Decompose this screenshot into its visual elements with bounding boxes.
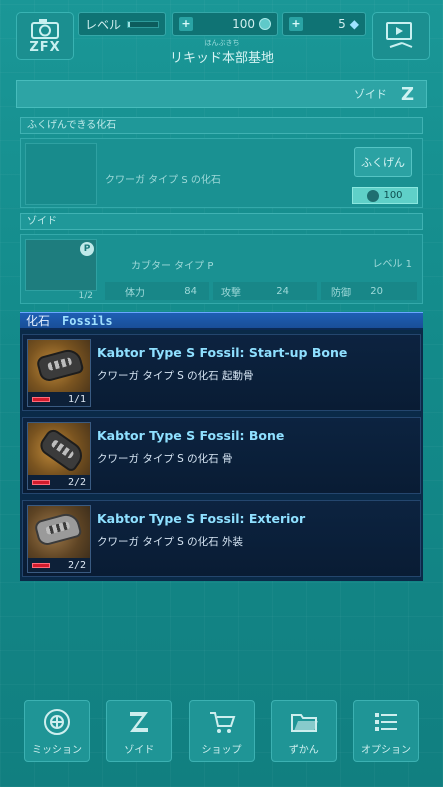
fossil-item-exterior[interactable]: 2/2 Kabtor Type S Fossil: Exterior クワーガ … bbox=[22, 500, 421, 577]
stat-attack: 攻撃 24 bbox=[213, 282, 317, 300]
type-p-badge-icon: P bbox=[80, 242, 94, 256]
fossil-silhouette-icon bbox=[25, 143, 97, 205]
nav-mission-button[interactable]: ミッション bbox=[24, 700, 90, 762]
fossil-thumbnail: 2/2 bbox=[27, 422, 91, 490]
revive-cost-value: 100 bbox=[383, 190, 403, 201]
fossil-bone-icon bbox=[36, 426, 88, 474]
coin-icon bbox=[259, 18, 271, 30]
fossil-item-start-up-bone[interactable]: 1/1 Kabtor Type S Fossil: Start-up Bone … bbox=[22, 334, 421, 411]
video-settings-button[interactable] bbox=[372, 12, 430, 60]
location-ruby: ほんぶきち bbox=[204, 39, 240, 47]
zfx-menu-button[interactable]: ZFX bbox=[16, 12, 74, 60]
mission-icon bbox=[44, 708, 70, 735]
fossils-title-jp: 化石 bbox=[26, 314, 51, 328]
zfx-logo-text: ZFX bbox=[29, 39, 61, 55]
revive-fossil-name: クワーガ タイプ S の化石 bbox=[105, 175, 221, 186]
cart-icon bbox=[209, 711, 235, 733]
fossil-subtitle: クワーガ タイプ S の化石 外装 bbox=[97, 536, 244, 548]
gem-count: 5 bbox=[338, 17, 346, 31]
stat-label: 攻撃 bbox=[221, 287, 241, 299]
stat-value: 24 bbox=[276, 285, 289, 297]
stat-value: 84 bbox=[184, 285, 197, 297]
red-indicator-icon bbox=[32, 562, 50, 568]
zoid-section-bar[interactable]: ゾイド Z bbox=[16, 80, 427, 108]
nav-zukan-button[interactable]: ずかん bbox=[270, 700, 337, 762]
fossils-popup: 化石 Fossils 1/1 Kabtor Type S Fossil: Sta… bbox=[20, 312, 423, 581]
fossil-subtitle: クワーガ タイプ S の化石 起動骨 bbox=[97, 370, 254, 382]
coin-icon bbox=[367, 189, 380, 202]
camera-icon bbox=[31, 18, 59, 39]
red-indicator-icon bbox=[32, 479, 50, 485]
zoid-section-header: ゾイド bbox=[20, 213, 423, 230]
nav-zoid-button[interactable]: ゾイド bbox=[106, 700, 173, 762]
level-progress-bar bbox=[127, 20, 159, 28]
zoid-count: 1/2 bbox=[78, 291, 93, 301]
nav-shop-button[interactable]: ショップ bbox=[188, 700, 255, 762]
stat-hp: 体力 84 bbox=[105, 282, 209, 300]
revive-cost: 100 bbox=[352, 187, 418, 204]
fossil-exterior-icon bbox=[33, 510, 83, 548]
fossils-title-en: Fossils bbox=[62, 313, 113, 328]
zoid-name: カブター タイプ P bbox=[131, 261, 214, 272]
nav-label: ずかん bbox=[288, 744, 319, 756]
nav-label: ショップ bbox=[201, 744, 242, 756]
fossil-count-strip: 2/2 bbox=[28, 475, 90, 489]
fossil-count-strip: 2/2 bbox=[28, 558, 90, 572]
fossil-name: Kabtor Type S Fossil: Exterior bbox=[97, 511, 306, 526]
fossil-thumbnail: 1/1 bbox=[27, 339, 91, 407]
nav-options-button[interactable]: オプション bbox=[353, 700, 419, 762]
fossil-list: 1/1 Kabtor Type S Fossil: Start-up Bone … bbox=[20, 330, 423, 581]
section-label: ゾイド bbox=[353, 88, 387, 101]
fossil-item-bone[interactable]: 2/2 Kabtor Type S Fossil: Bone クワーガ タイプ … bbox=[22, 417, 421, 494]
bottom-nav: ミッション ゾイド ショップ ずかん オプション bbox=[14, 700, 429, 774]
fossil-bone-icon bbox=[35, 346, 85, 384]
location-name: リキッド本部基地 bbox=[169, 51, 274, 66]
location-area: ほんぶきち リキッド本部基地 bbox=[78, 38, 366, 66]
coin-box: + 100 bbox=[172, 12, 278, 36]
gem-icon: ◆ bbox=[349, 17, 359, 31]
nav-label: オプション bbox=[361, 744, 411, 756]
zoid-card[interactable]: P 1/2 カブター タイプ P レベル 1 体力 84 攻撃 24 防御 20 bbox=[20, 234, 423, 304]
nav-label: ミッション bbox=[32, 744, 82, 756]
coin-count: 100 bbox=[232, 17, 255, 31]
fossil-subtitle: クワーガ タイプ S の化石 骨 bbox=[97, 453, 233, 465]
video-tools-icon bbox=[386, 22, 413, 48]
fossil-count: 1/1 bbox=[67, 393, 86, 405]
revive-button[interactable]: ふくげん bbox=[354, 147, 412, 177]
stat-label: 体力 bbox=[125, 287, 145, 299]
fossil-name: Kabtor Type S Fossil: Bone bbox=[97, 428, 285, 443]
options-list-icon bbox=[375, 712, 397, 731]
fossil-name: Kabtor Type S Fossil: Start-up Bone bbox=[97, 345, 348, 360]
fossil-count: 2/2 bbox=[67, 476, 86, 488]
revive-section-header: ふくげんできる化石 bbox=[20, 117, 423, 134]
level-box: レベル bbox=[78, 12, 166, 36]
fossil-count: 2/2 bbox=[67, 559, 86, 571]
fossils-title-bar: 化石 Fossils bbox=[20, 312, 423, 330]
revive-panel: クワーガ タイプ S の化石 ふくげん 100 bbox=[20, 138, 423, 208]
zoid-level: レベル 1 bbox=[372, 259, 412, 270]
fossil-thumbnail: 2/2 bbox=[27, 505, 91, 573]
add-gems-button[interactable]: + bbox=[289, 17, 303, 31]
zoid-thumbnail: P bbox=[25, 239, 97, 291]
add-coins-button[interactable]: + bbox=[179, 17, 193, 31]
fossil-count-strip: 1/1 bbox=[28, 392, 90, 406]
stat-defense: 防御 20 bbox=[321, 282, 417, 300]
stat-label: 防御 bbox=[331, 287, 351, 299]
stat-value: 20 bbox=[370, 285, 383, 297]
nav-label: ゾイド bbox=[124, 744, 155, 756]
folder-icon bbox=[290, 713, 318, 732]
level-label: レベル bbox=[85, 17, 122, 32]
zoid-z-icon: Z bbox=[400, 83, 414, 105]
gem-box: + 5 ◆ bbox=[282, 12, 366, 36]
red-indicator-icon bbox=[32, 396, 50, 402]
zoid-z-icon bbox=[130, 711, 149, 732]
